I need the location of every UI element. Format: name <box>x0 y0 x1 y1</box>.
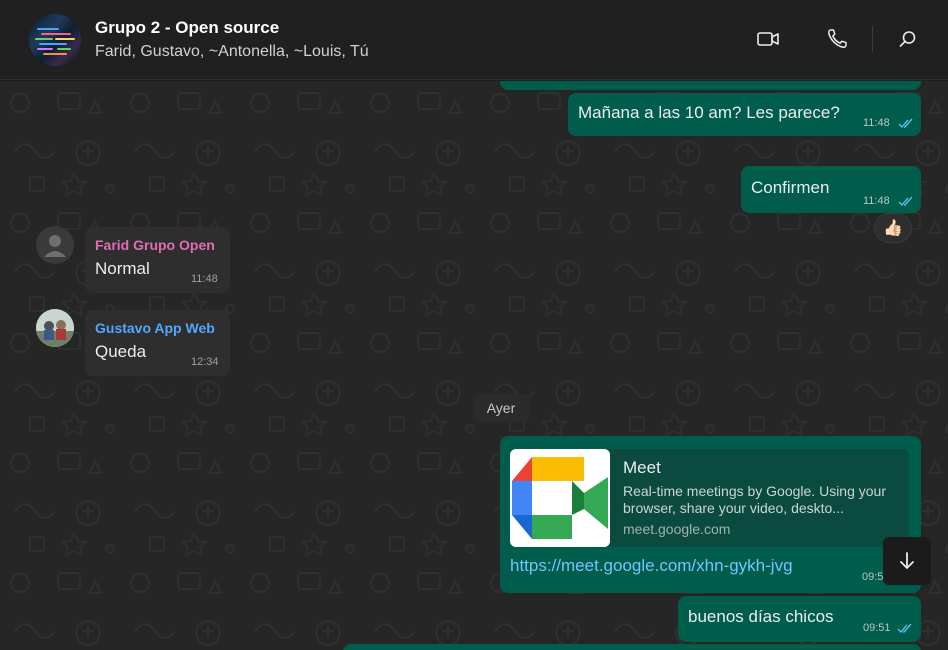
sender-avatar[interactable] <box>36 309 74 347</box>
message-link[interactable]: https://meet.google.com/xhn-gykh-jvg <box>510 556 793 576</box>
meet-logo-icon <box>510 449 610 547</box>
default-user-icon <box>44 235 66 257</box>
sender-avatar[interactable] <box>36 226 74 264</box>
chat-header: Grupo 2 - Open source Farid, Gustavo, ~A… <box>0 0 948 80</box>
date-separator: Ayer <box>473 394 529 422</box>
message-bubble-incoming[interactable]: Farid Grupo Open Normal 11:48 <box>85 227 230 293</box>
photo-avatar-icon <box>36 309 74 347</box>
read-ticks-icon <box>898 196 913 207</box>
chat-title[interactable]: Grupo 2 - Open source <box>95 18 279 38</box>
message-text: Mañana a las 10 am? Les parece? <box>578 103 840 122</box>
search-button[interactable] <box>895 26 921 52</box>
link-preview-title: Meet <box>623 458 661 477</box>
message-text: buenos días chicos <box>688 607 834 626</box>
message-bubble-partial[interactable] <box>343 644 921 650</box>
message-text: Normal <box>95 259 150 278</box>
message-bubble-outgoing[interactable]: buenos días chicos 09:51 <box>678 596 921 642</box>
reaction-badge[interactable]: 👍🏻 <box>874 213 912 243</box>
voice-call-button[interactable] <box>824 26 850 52</box>
link-preview-domain: meet.google.com <box>623 521 731 537</box>
search-icon <box>899 31 916 47</box>
video-camera-icon <box>757 32 779 46</box>
link-preview-description: Real-time meetings by Google. Using your… <box>623 483 887 516</box>
message-time: 09:5 <box>862 571 884 583</box>
message-bubble-outgoing[interactable]: Mañana a las 10 am? Les parece? 11:48 <box>568 93 921 136</box>
arrow-down-icon <box>900 552 914 569</box>
message-bubble-incoming[interactable]: Gustavo App Web Queda 12:34 <box>85 310 230 376</box>
sender-name[interactable]: Gustavo App Web <box>95 320 215 336</box>
phone-icon <box>827 29 847 49</box>
chat-members[interactable]: Farid, Gustavo, ~Antonella, ~Louis, Tú <box>95 43 369 61</box>
sender-name[interactable]: Farid Grupo Open <box>95 237 215 253</box>
message-bubble-partial[interactable] <box>500 81 921 90</box>
scroll-to-bottom-button[interactable] <box>883 537 931 585</box>
video-call-button[interactable] <box>755 26 781 52</box>
message-text: Queda <box>95 342 147 361</box>
message-text: Confirmen <box>751 178 830 197</box>
read-ticks-icon <box>898 118 913 129</box>
message-time: 12:34 <box>191 356 219 368</box>
message-time: 11:48 <box>191 273 218 285</box>
link-preview-card[interactable]: Meet Real-time meetings by Google. Using… <box>510 449 909 547</box>
message-time: 09:51 <box>863 622 891 634</box>
group-avatar[interactable] <box>29 14 81 66</box>
header-divider <box>872 26 873 52</box>
message-bubble-outgoing[interactable]: Confirmen 11:48 <box>741 166 921 213</box>
read-ticks-icon <box>897 623 912 634</box>
message-time: 11:48 <box>863 117 890 129</box>
message-list[interactable]: Mañana a las 10 am? Les parece? 11:48 👍🏻… <box>0 81 948 650</box>
message-time: 11:48 <box>863 195 890 207</box>
